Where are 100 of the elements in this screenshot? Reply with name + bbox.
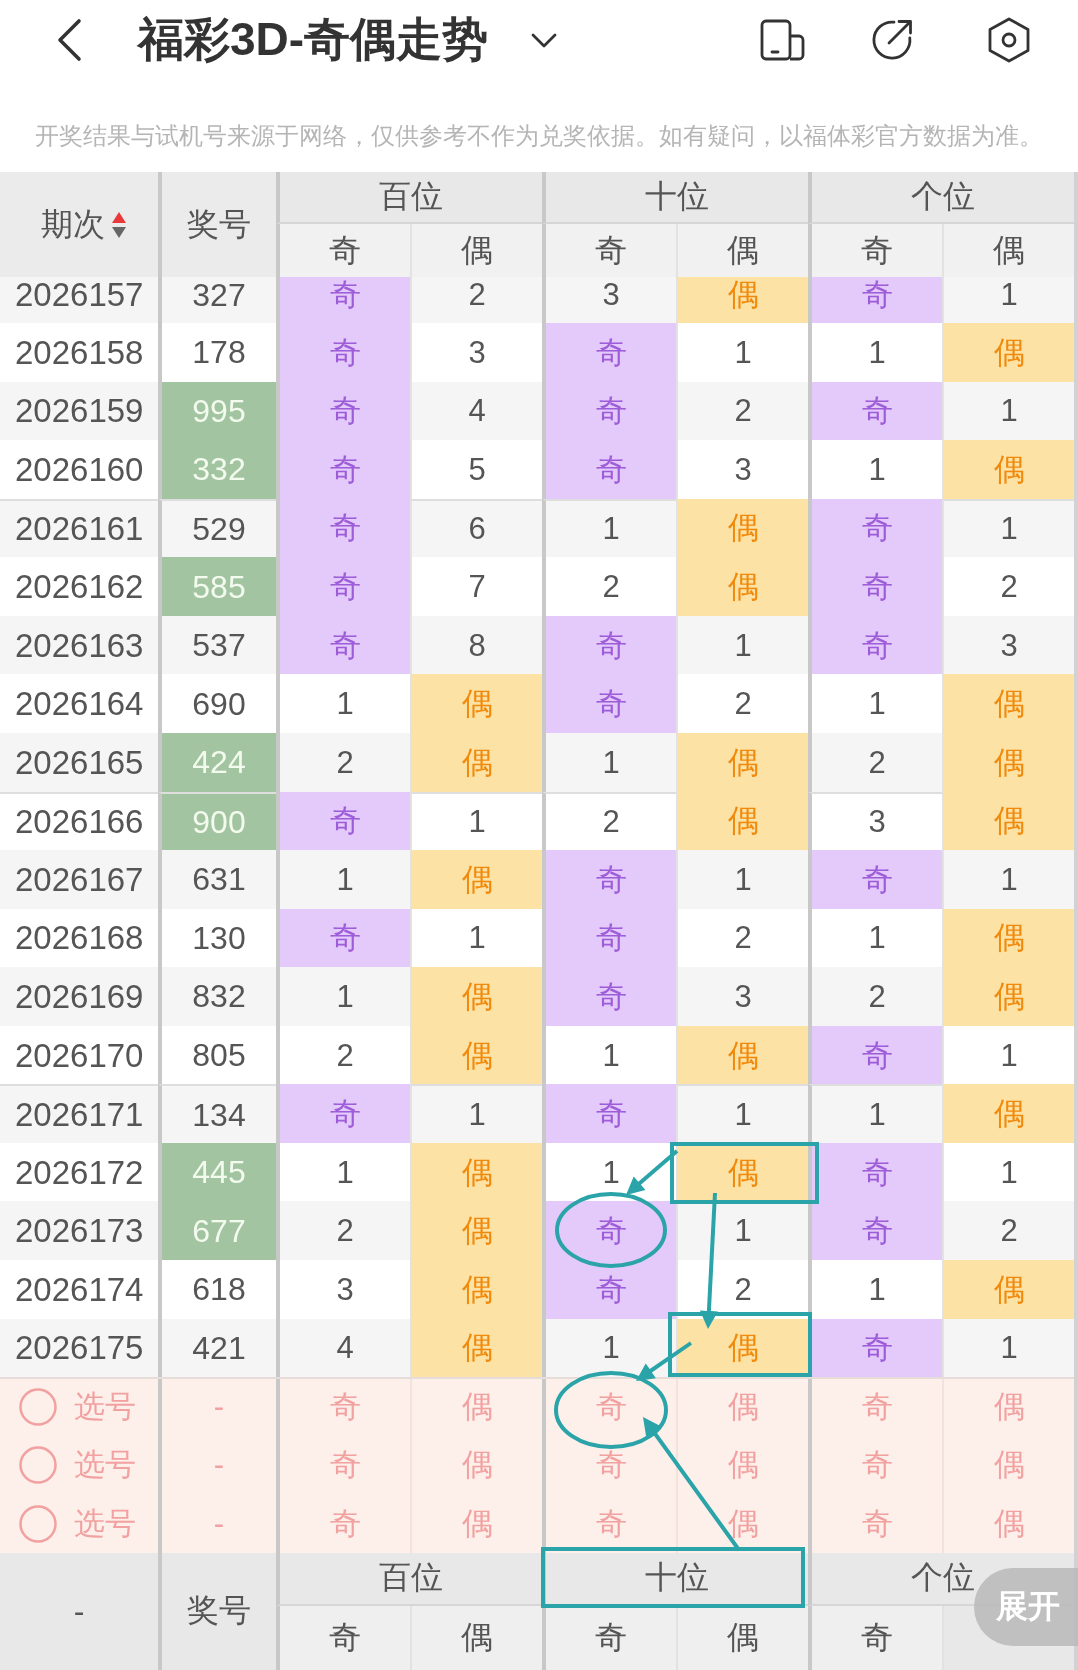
table-cell: 2026171 (0, 1084, 158, 1143)
column-header: 百位 (276, 172, 542, 224)
table-cell: 424 (158, 732, 276, 792)
column-header: 偶 (410, 1605, 542, 1670)
table-cell: 奇 (276, 557, 410, 616)
table-cell: 偶 (676, 557, 808, 616)
column-header: 偶 (410, 224, 542, 277)
table-cell: 1 (542, 1025, 676, 1085)
annotation-arrow (626, 1149, 679, 1195)
dropdown-caret-icon[interactable] (531, 32, 558, 48)
table-cell: 偶 (676, 498, 808, 558)
table-cell: 3 (808, 791, 942, 851)
table-cell: 1 (808, 1260, 942, 1319)
table-cell: 1 (676, 850, 808, 909)
table-cell: 3 (276, 1260, 410, 1319)
table-cell: 2026157 (0, 277, 158, 323)
table-cell: 529 (158, 498, 276, 558)
table-cell: 奇 (276, 323, 410, 382)
period-column-header[interactable]: 期次 (0, 172, 158, 277)
table-cell: 奇 (808, 1142, 942, 1202)
table-cell: 1 (276, 674, 410, 733)
table-cell: 偶 (410, 1318, 542, 1378)
table-cell: 奇 (808, 498, 942, 558)
table-cell: 2 (676, 381, 808, 441)
table-cell: 奇 (542, 1084, 676, 1143)
table-cell: 2 (942, 1201, 1074, 1260)
column-header: 十位 (542, 1552, 808, 1606)
expand-button[interactable]: 展开 (974, 1568, 1078, 1646)
table-cell: 1 (542, 498, 676, 558)
table-cell: 2026164 (0, 674, 158, 733)
page-title: 福彩3D-奇偶走势 (138, 12, 489, 68)
table-cell: 2026174 (0, 1260, 158, 1319)
table-cell: 奇 (276, 1084, 410, 1143)
table-cell: 2 (410, 277, 542, 323)
column-header: 奇 (276, 224, 410, 277)
table-cell: 6 (410, 498, 542, 558)
table-cell: 585 (158, 557, 276, 616)
table-cell: 2026170 (0, 1025, 158, 1085)
pick-label[interactable]: 选号 (74, 1443, 136, 1486)
radio-button[interactable] (19, 1388, 57, 1427)
table-cell: 奇 (542, 850, 676, 909)
table-cell: 偶 (942, 323, 1074, 382)
table-cell: 2026158 (0, 323, 158, 382)
column-header: 奇 (542, 1605, 676, 1670)
disclaimer-text: 开奖结果与试机号来源于网络，仅供参考不作为兑奖依据。如有疑问，以福体彩官方数据为准。 (34, 122, 1044, 151)
table-cell: 奇 (542, 615, 676, 675)
table-cell: 445 (158, 1142, 276, 1202)
column-header: 偶 (942, 224, 1074, 277)
table-cell: 2026159 (0, 381, 158, 441)
table-cell: 1 (676, 323, 808, 382)
table-cell: 奇 (542, 381, 676, 441)
table-cell: 偶 (410, 850, 542, 909)
table-cell: 332 (158, 440, 276, 499)
table-cell: 2 (808, 967, 942, 1026)
table-cell: 偶 (942, 732, 1074, 792)
table-cell: 327 (158, 277, 276, 323)
table-cell: 4 (410, 381, 542, 441)
table-cell: 奇 (808, 1201, 942, 1260)
table-cell: 2026162 (0, 557, 158, 616)
table-cell: 偶 (942, 967, 1074, 1026)
table-cell: 奇 (542, 908, 676, 968)
table-cell: 偶 (942, 791, 1074, 851)
table-cell: 偶 (676, 732, 808, 792)
table-cell: 1 (410, 1084, 542, 1143)
table-cell: 奇 (276, 277, 410, 323)
table-cell: 1 (808, 908, 942, 968)
table-cell: 130 (158, 908, 276, 968)
back-icon[interactable] (55, 18, 83, 62)
table-cell: 8 (410, 615, 542, 675)
table-cell: 631 (158, 850, 276, 909)
table-cell: 1 (808, 1084, 942, 1143)
table-cell: 奇 (808, 1025, 942, 1085)
pick-label[interactable]: 选号 (74, 1502, 136, 1545)
table-cell: 2026175 (0, 1318, 158, 1378)
table-cell: 2 (942, 557, 1074, 616)
table-cell: 1 (808, 440, 942, 499)
table-cell: 1 (410, 908, 542, 968)
radio-button[interactable] (19, 1445, 57, 1484)
table-cell: 3 (676, 440, 808, 499)
table-cell: 偶 (410, 1025, 542, 1085)
table-cell: 奇 (542, 674, 676, 733)
settings-icon[interactable] (987, 17, 1031, 63)
table-cell: 2 (276, 1201, 410, 1260)
table-cell: 奇 (276, 381, 410, 441)
table-cell: 偶 (942, 908, 1074, 968)
table-cell: 2 (542, 791, 676, 851)
table-cell: 1 (410, 791, 542, 851)
table-cell: 奇 (276, 440, 410, 499)
table-cell: 奇 (276, 791, 410, 851)
radio-button[interactable] (19, 1504, 57, 1543)
share-icon[interactable] (870, 18, 914, 62)
table-cell: 1 (942, 1025, 1074, 1085)
table-cell: 2026172 (0, 1142, 158, 1202)
table-cell: 偶 (410, 732, 542, 792)
column-header: 奖号 (158, 172, 276, 277)
table-cell: 奇 (276, 498, 410, 558)
pick-label[interactable]: 选号 (74, 1386, 136, 1429)
table-cell: 2026166 (0, 791, 158, 851)
table-cell: 奇 (808, 615, 942, 675)
device-icon[interactable] (760, 19, 805, 61)
